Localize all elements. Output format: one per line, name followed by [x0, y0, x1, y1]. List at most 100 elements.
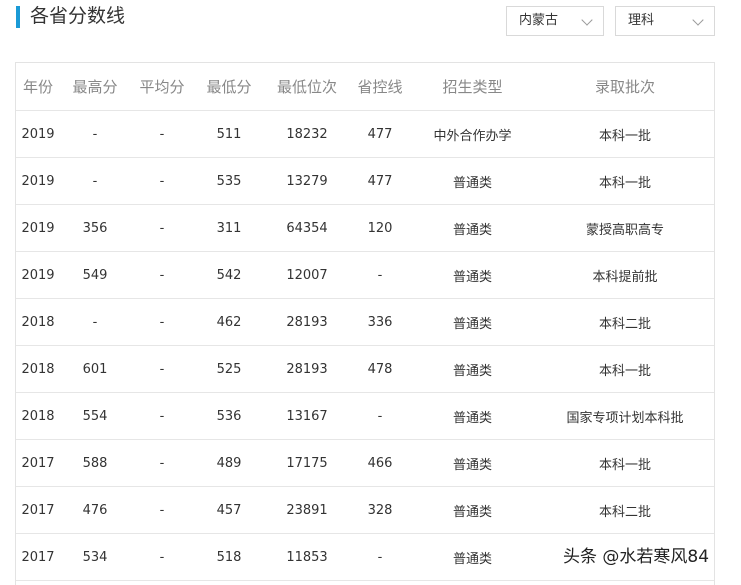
- table-row: 2019- -535 13279 477 普通类 本科一批: [16, 157, 714, 205]
- header-min-score: 最低分: [194, 63, 264, 111]
- cell-year: 2017: [16, 486, 60, 534]
- cell-year: 2019: [16, 110, 60, 158]
- cell-admission-batch: 国家专项计划本科批: [535, 392, 714, 440]
- cell-min-rank: 28193: [264, 298, 350, 346]
- table-row: 2019- -511 18232 477 中外合作办学 本科一批: [16, 110, 714, 158]
- cell-min-rank: 17175: [264, 439, 350, 487]
- cell-min-score: 525: [194, 345, 264, 393]
- cell-min-rank: 13279: [264, 157, 350, 205]
- page-title: 各省分数线: [30, 5, 126, 27]
- subject-select[interactable]: 理科: [615, 6, 715, 36]
- chevron-down-icon: [692, 14, 704, 26]
- cell-min-rank: 12007: [264, 251, 350, 299]
- province-select-value: 内蒙古: [519, 13, 559, 28]
- cell-min-score: 311: [194, 204, 264, 252]
- cell-enrollment-type: 普通类: [410, 533, 535, 581]
- cell-province-line: 336: [350, 298, 410, 346]
- table-row: 2017 476-457 23891 328 普通类 本科二批: [16, 486, 714, 534]
- cell-province-line: 120: [350, 204, 410, 252]
- cell-admission-batch: 本科一批: [535, 157, 714, 205]
- cell-avg-score: -: [130, 298, 194, 346]
- cell-min-score: 457: [194, 486, 264, 534]
- table-row: 2019 356-311 64354 120 普通类 蒙授高职高专: [16, 204, 714, 252]
- cell-min-rank: 11853: [264, 533, 350, 581]
- cell-province-line: 477: [350, 110, 410, 158]
- header-year: 年份: [16, 63, 60, 111]
- cell-year: 2018: [16, 392, 60, 440]
- cell-max-score: 554: [60, 392, 130, 440]
- cell-max-score: -: [60, 298, 130, 346]
- cell-min-score: 535: [194, 157, 264, 205]
- cell-year: 2018: [16, 298, 60, 346]
- cell-year: 2018: [16, 345, 60, 393]
- cell-min-score: 542: [194, 251, 264, 299]
- cell-province-line: 477: [350, 157, 410, 205]
- cell-year: 2019: [16, 157, 60, 205]
- province-select[interactable]: 内蒙古: [506, 6, 604, 36]
- header-max-score: 最高分: [60, 63, 130, 111]
- cell-min-score: 536: [194, 392, 264, 440]
- cell-avg-score: -: [130, 345, 194, 393]
- header-admission-batch: 录取批次: [535, 63, 714, 111]
- cell-avg-score: -: [130, 392, 194, 440]
- cell-province-line: 328: [350, 486, 410, 534]
- cell-min-rank: 18232: [264, 110, 350, 158]
- title-accent-bar: [16, 6, 20, 28]
- cell-enrollment-type: 普通类: [410, 204, 535, 252]
- cell-enrollment-type: 中外合作办学: [410, 110, 535, 158]
- watermark: 头条 @水若寒风84: [561, 545, 712, 569]
- cell-admission-batch: 本科一批: [535, 110, 714, 158]
- cell-max-score: -: [60, 110, 130, 158]
- table-row: 2018 554-536 13167- 普通类 国家专项计划本科批: [16, 392, 714, 440]
- header-enrollment-type: 招生类型: [410, 63, 535, 111]
- cell-year: 2019: [16, 251, 60, 299]
- cell-min-score: 511: [194, 110, 264, 158]
- header-min-rank: 最低位次: [264, 63, 350, 111]
- score-table-container: 年份 最高分 平均分 最低分 最低位次 省控线 招生类型 录取批次 2019- -…: [15, 62, 715, 585]
- score-table: 年份 最高分 平均分 最低分 最低位次 省控线 招生类型 录取批次 2019- -…: [16, 63, 714, 581]
- cell-enrollment-type: 普通类: [410, 251, 535, 299]
- cell-admission-batch: 本科二批: [535, 298, 714, 346]
- cell-min-rank: 64354: [264, 204, 350, 252]
- cell-avg-score: -: [130, 204, 194, 252]
- cell-enrollment-type: 普通类: [410, 486, 535, 534]
- cell-avg-score: -: [130, 439, 194, 487]
- cell-enrollment-type: 普通类: [410, 157, 535, 205]
- table-header-row: 年份 最高分 平均分 最低分 最低位次 省控线 招生类型 录取批次: [16, 63, 714, 111]
- cell-avg-score: -: [130, 486, 194, 534]
- table-row: 2018 601-525 28193 478 普通类 本科一批: [16, 345, 714, 393]
- cell-enrollment-type: 普通类: [410, 439, 535, 487]
- cell-admission-batch: 本科一批: [535, 439, 714, 487]
- header-province-line: 省控线: [350, 63, 410, 111]
- cell-max-score: 588: [60, 439, 130, 487]
- cell-province-line: 466: [350, 439, 410, 487]
- cell-max-score: 549: [60, 251, 130, 299]
- table-row: 2017 588-489 17175 466 普通类 本科一批: [16, 439, 714, 487]
- cell-province-line: -: [350, 392, 410, 440]
- cell-enrollment-type: 普通类: [410, 392, 535, 440]
- cell-min-rank: 13167: [264, 392, 350, 440]
- cell-enrollment-type: 普通类: [410, 298, 535, 346]
- cell-max-score: 601: [60, 345, 130, 393]
- cell-max-score: -: [60, 157, 130, 205]
- cell-avg-score: -: [130, 157, 194, 205]
- cell-max-score: 476: [60, 486, 130, 534]
- cell-min-score: 518: [194, 533, 264, 581]
- cell-avg-score: -: [130, 110, 194, 158]
- cell-year: 2017: [16, 439, 60, 487]
- subject-select-value: 理科: [628, 13, 655, 28]
- cell-province-line: -: [350, 533, 410, 581]
- cell-province-line: 478: [350, 345, 410, 393]
- cell-max-score: 534: [60, 533, 130, 581]
- cell-min-rank: 28193: [264, 345, 350, 393]
- cell-max-score: 356: [60, 204, 130, 252]
- cell-admission-batch: 本科一批: [535, 345, 714, 393]
- cell-min-rank: 23891: [264, 486, 350, 534]
- cell-year: 2017: [16, 533, 60, 581]
- cell-province-line: -: [350, 251, 410, 299]
- table-row: 2018- -462 28193 336 普通类 本科二批: [16, 298, 714, 346]
- cell-avg-score: -: [130, 251, 194, 299]
- cell-admission-batch: 蒙授高职高专: [535, 204, 714, 252]
- header-avg-score: 平均分: [130, 63, 194, 111]
- cell-year: 2019: [16, 204, 60, 252]
